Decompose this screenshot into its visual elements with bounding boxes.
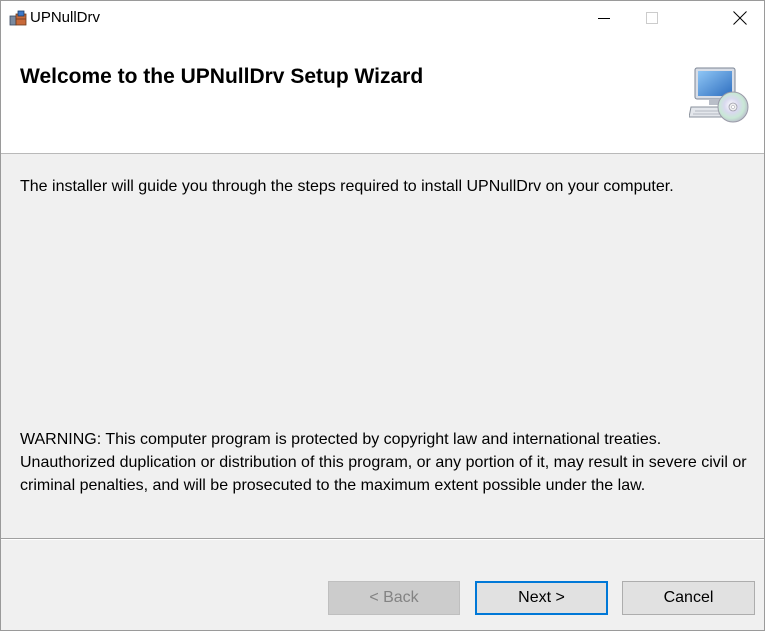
minimize-icon bbox=[598, 18, 610, 19]
setup-window: UPNullDrv Welcome to the UPNullDrv Setup… bbox=[0, 0, 765, 631]
footer-divider bbox=[1, 538, 764, 540]
close-icon bbox=[733, 11, 747, 25]
next-button[interactable]: Next > bbox=[475, 581, 608, 615]
installer-icon bbox=[9, 10, 27, 26]
window-title: UPNullDrv bbox=[30, 9, 101, 26]
close-button[interactable] bbox=[717, 1, 763, 35]
header-banner: Welcome to the UPNullDrv Setup Wizard bbox=[1, 35, 764, 154]
cancel-button[interactable]: Cancel bbox=[622, 581, 755, 615]
maximize-icon bbox=[646, 12, 658, 24]
page-title: Welcome to the UPNullDrv Setup Wizard bbox=[20, 65, 424, 88]
back-button[interactable]: < Back bbox=[328, 581, 460, 615]
intro-text: The installer will guide you through the… bbox=[20, 178, 674, 195]
copyright-warning: WARNING: This computer program is protec… bbox=[20, 431, 747, 494]
maximize-button[interactable] bbox=[629, 1, 675, 35]
computer-cd-icon bbox=[689, 67, 749, 123]
minimize-button[interactable] bbox=[581, 1, 627, 35]
title-bar[interactable]: UPNullDrv bbox=[1, 1, 764, 35]
